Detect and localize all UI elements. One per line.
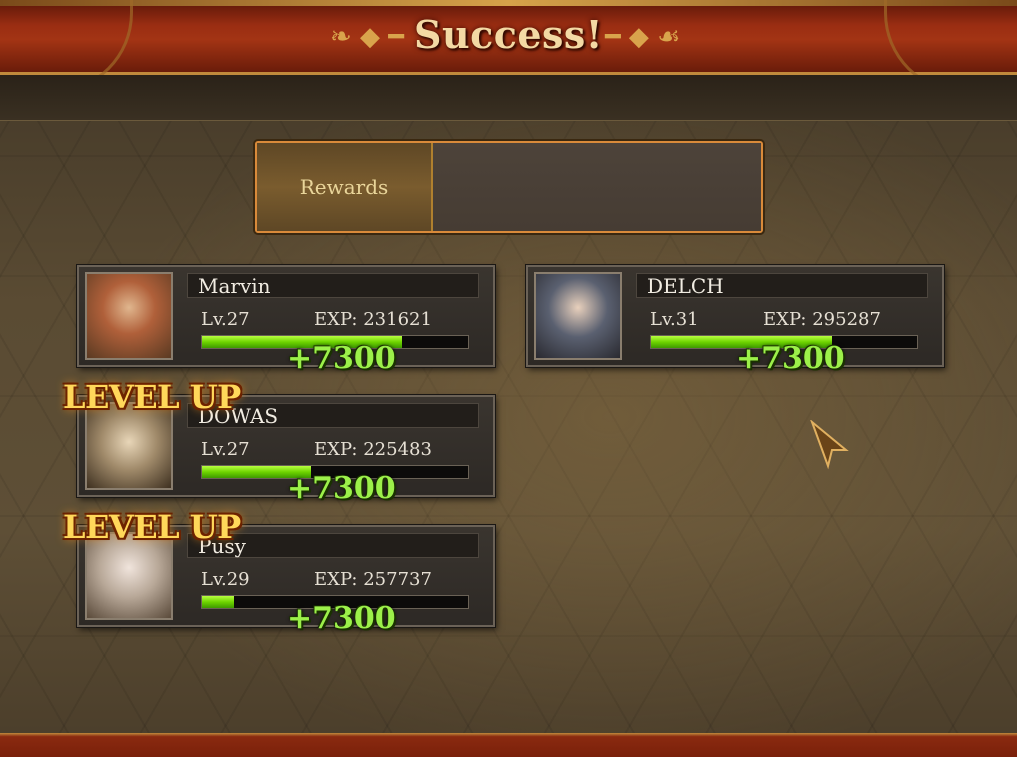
exp-progress-fill bbox=[202, 596, 234, 608]
rewards-panel: Rewards bbox=[255, 141, 763, 233]
exp-gain: +7300 bbox=[287, 471, 396, 506]
level-up-badge: LEVEL UP bbox=[63, 508, 241, 546]
character-level: Lv.29 bbox=[201, 569, 250, 590]
character-exp: EXP: 295287 bbox=[763, 309, 881, 330]
page-title: Success! bbox=[414, 12, 603, 57]
rewards-content bbox=[433, 143, 761, 231]
cursor-icon bbox=[810, 420, 849, 470]
character-level: Lv.27 bbox=[201, 309, 250, 330]
character-name: DELCH bbox=[636, 273, 928, 298]
portrait-avatar bbox=[534, 272, 622, 360]
character-exp: EXP: 231621 bbox=[314, 309, 432, 330]
banner-underlay bbox=[0, 75, 1017, 121]
character-card-delch[interactable]: DELCH Lv.31 EXP: 295287 +7300 bbox=[526, 265, 944, 376]
character-level: Lv.31 bbox=[650, 309, 699, 330]
level-up-badge: LEVEL UP bbox=[63, 378, 241, 416]
exp-gain: +7300 bbox=[736, 341, 845, 376]
rewards-label: Rewards bbox=[257, 143, 433, 231]
exp-gain: +7300 bbox=[287, 601, 396, 636]
title-banner: ❧ ◆ ━ ━ ◆ ☙ Success! bbox=[0, 0, 1017, 93]
character-level: Lv.27 bbox=[201, 439, 250, 460]
character-card-marvin[interactable]: Marvin Lv.27 EXP: 231621 +7300 bbox=[77, 265, 495, 376]
character-exp: EXP: 257737 bbox=[314, 569, 432, 590]
portrait-avatar bbox=[85, 272, 173, 360]
character-exp: EXP: 225483 bbox=[314, 439, 432, 460]
footer-strip bbox=[0, 733, 1017, 757]
exp-gain: +7300 bbox=[287, 341, 396, 376]
character-name: Marvin bbox=[187, 273, 479, 298]
